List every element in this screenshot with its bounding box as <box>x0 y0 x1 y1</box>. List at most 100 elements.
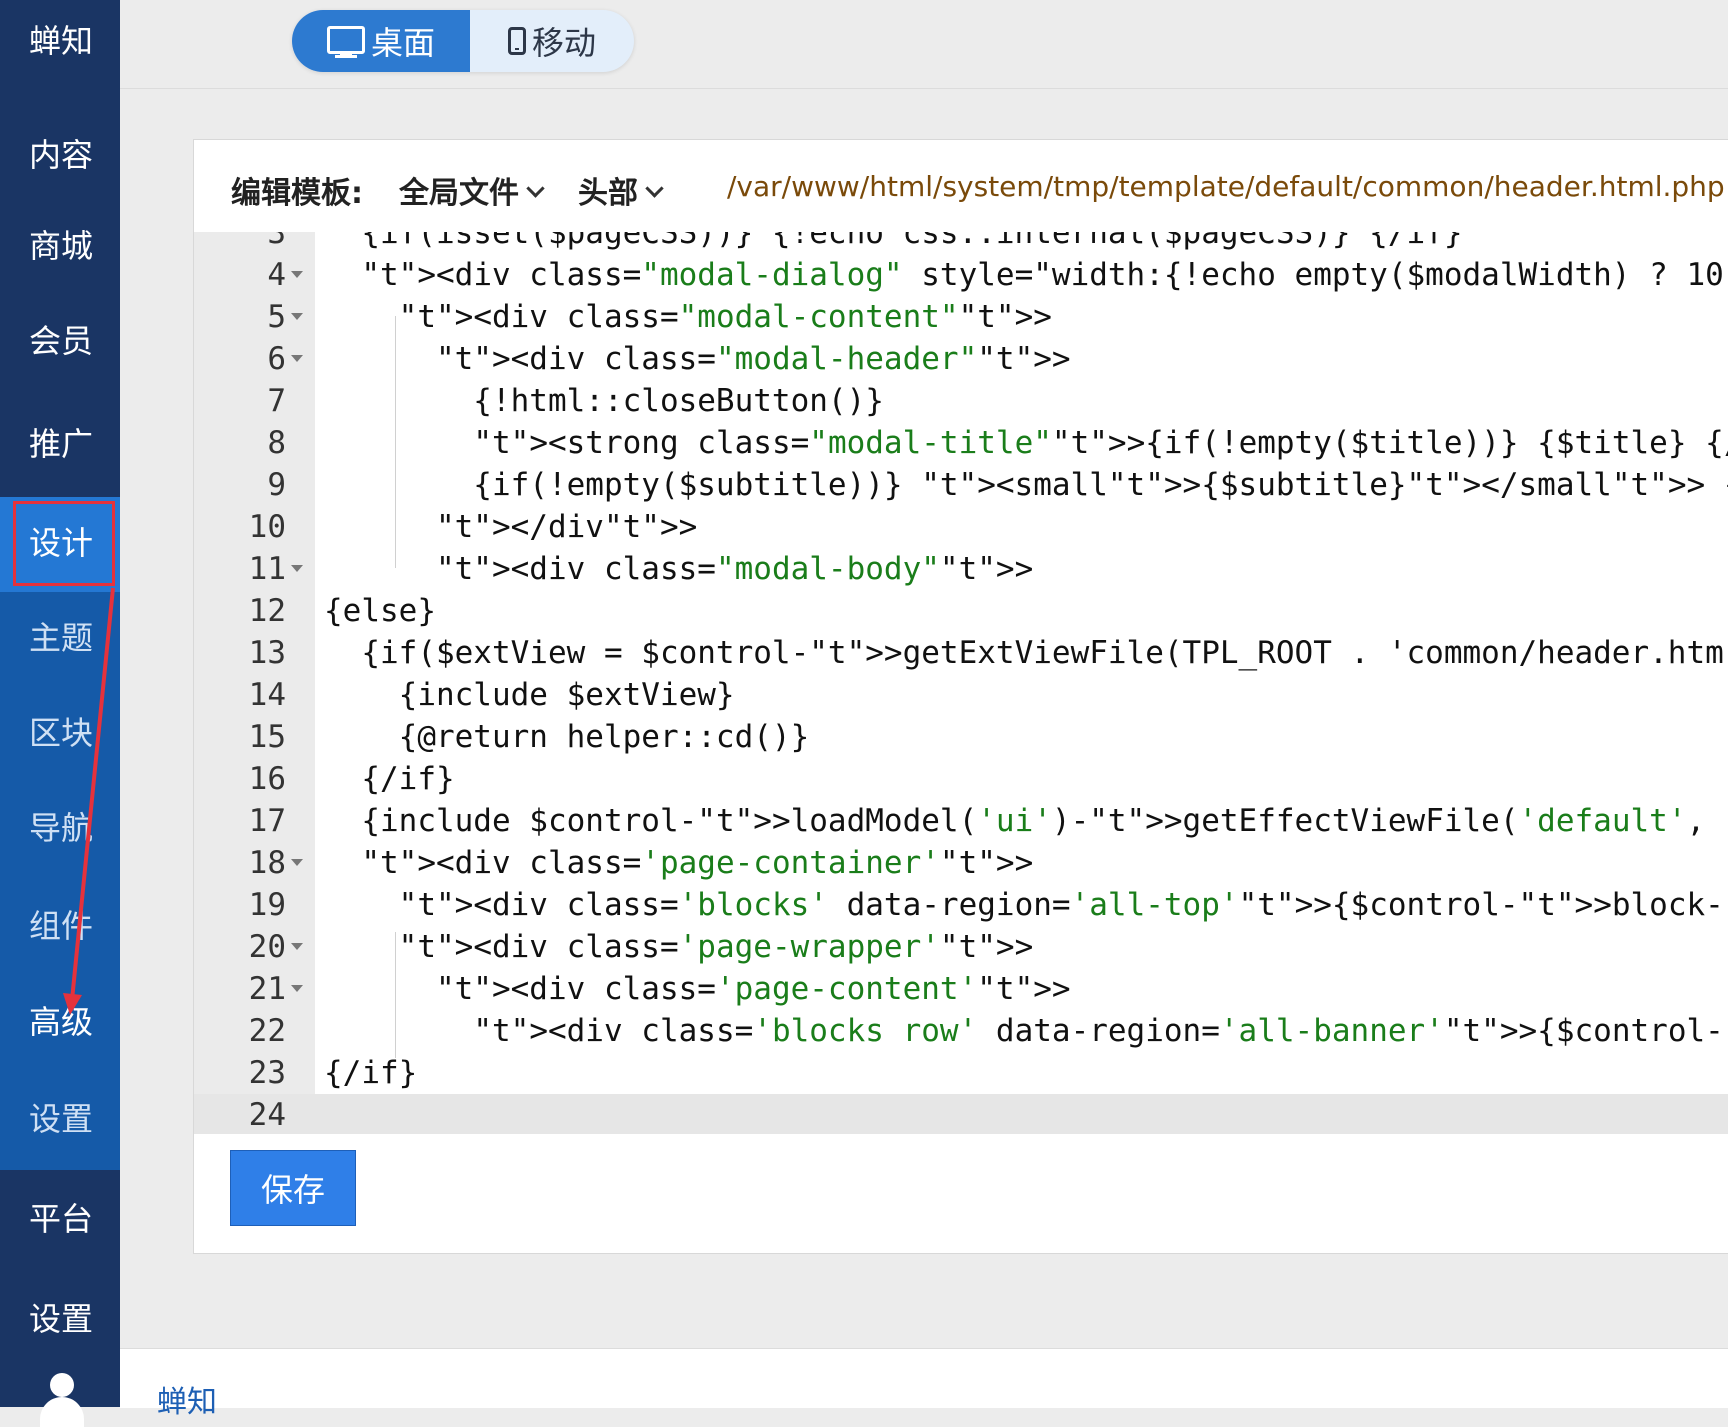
line-number: 7 <box>267 383 286 419</box>
code-line[interactable]: 20 "t"><div class='page-wrapper'"t">> <box>194 926 1728 968</box>
indent-guide <box>395 932 396 1058</box>
line-number: 22 <box>248 1013 286 1049</box>
code-line[interactable]: 7 {!html::closeButton()} <box>194 380 1728 422</box>
file-dropdown[interactable]: 头部 <box>578 168 664 212</box>
code-text: {!html::closeButton()} <box>324 383 884 419</box>
code-text: {/if} <box>324 1055 418 1091</box>
editor-header: 编辑模板: 全局文件 头部 /var/www/html/system/tmp/t… <box>194 140 1728 233</box>
line-number: 6 <box>267 341 286 377</box>
code-line[interactable]: 10 "t"></div"t">> <box>194 506 1728 548</box>
code-text: "t"><div class="modal-content""t">> <box>398 299 1052 335</box>
mobile-tab-label: 移动 <box>531 24 596 62</box>
line-number: 21 <box>248 971 286 1007</box>
code-line[interactable]: 16 {/if} <box>194 758 1728 800</box>
line-number: 20 <box>248 929 286 965</box>
line-number: 13 <box>248 635 286 671</box>
line-number: 10 <box>248 509 286 545</box>
code-text: "t"><div class='page-content'"t">> <box>435 971 1071 1007</box>
line-number: 19 <box>248 887 286 923</box>
code-line[interactable]: 11 "t"><div class="modal-body""t">> <box>194 548 1728 590</box>
line-number: 24 <box>248 1097 286 1133</box>
code-line[interactable]: 5 "t"><div class="modal-content""t">> <box>194 296 1728 338</box>
footer-brand-link[interactable]: 蝉知 <box>157 1377 217 1421</box>
user-icon-head <box>50 1373 74 1397</box>
code-text: "t"></div"t">> <box>435 509 698 545</box>
code-text: {include $extView} <box>324 677 735 713</box>
code-text: {if(isset($pageCSS))} {!echo css::intern… <box>324 232 1463 251</box>
code-line[interactable]: 8 "t"><strong class="modal-title""t">>{i… <box>194 422 1728 464</box>
code-line[interactable]: 9 {if(!empty($subtitle))} "t"><small"t">… <box>194 464 1728 506</box>
user-icon-body <box>40 1397 84 1427</box>
scope-dropdown-label: 全局文件 <box>399 176 519 211</box>
code-line[interactable]: 21 "t"><div class='page-content'"t">> <box>194 968 1728 1010</box>
code-line[interactable]: 6 "t"><div class="modal-header""t">> <box>194 338 1728 380</box>
line-number: 8 <box>267 425 286 461</box>
code-line[interactable]: 12 {else} <box>194 590 1728 632</box>
line-number: 9 <box>267 467 286 503</box>
fold-caret-icon[interactable] <box>291 313 303 320</box>
editor-title: 编辑模板: <box>231 176 363 211</box>
code-text: {include $control-"t">>loadModel('ui')-"… <box>324 803 1728 839</box>
line-number: 5 <box>267 299 286 335</box>
file-path: /var/www/html/system/tmp/template/defaul… <box>727 170 1725 203</box>
code-text: "t"><div class="modal-header""t">> <box>435 341 1071 377</box>
fold-caret-icon[interactable] <box>291 859 303 866</box>
desktop-tab-label: 桌面 <box>370 24 435 62</box>
line-number: 11 <box>248 551 286 587</box>
code-line[interactable]: 13 {if($extView = $control-"t">>getExtVi… <box>194 632 1728 674</box>
line-number: 16 <box>248 761 286 797</box>
fold-caret-icon[interactable] <box>291 565 303 572</box>
monitor-icon <box>326 24 365 58</box>
code-text: "t"><div class='blocks row' data-region=… <box>473 1013 1728 1049</box>
code-text: {/if} <box>324 761 455 797</box>
line-number: 17 <box>248 803 286 839</box>
footer: 蝉知 <box>120 1348 1728 1420</box>
code-line[interactable]: 17 {include $control-"t">>loadModel('ui'… <box>194 800 1728 842</box>
topbar: 桌面 移动 <box>120 0 1728 89</box>
file-dropdown-label: 头部 <box>578 176 638 211</box>
mobile-tab[interactable]: 移动 <box>470 10 634 72</box>
code-line[interactable]: 15 {@return helper::cd()} <box>194 716 1728 758</box>
annotation-highlight-box <box>13 501 115 586</box>
fold-caret-icon[interactable] <box>291 985 303 992</box>
line-number: 12 <box>248 593 286 629</box>
code-text: {@return helper::cd()} <box>324 719 810 755</box>
line-number: 4 <box>267 257 286 293</box>
fold-caret-icon[interactable] <box>291 271 303 278</box>
code-text: {if($extView = $control-"t">>getExtViewF… <box>324 635 1724 671</box>
code-editor[interactable]: 3 {if(isset($pageCSS))} {!echo css::inte… <box>194 232 1728 1134</box>
code-text: {else} <box>324 593 436 629</box>
code-text: "t"><div class='page-wrapper'"t">> <box>398 929 1034 965</box>
code-text: "t"><div class="modal-body""t">> <box>435 551 1034 587</box>
user-icon[interactable] <box>40 1373 84 1427</box>
line-number: 3 <box>267 232 286 251</box>
fold-caret-icon[interactable] <box>291 355 303 362</box>
line-number: 23 <box>248 1055 286 1091</box>
chevron-down-icon <box>645 179 664 198</box>
line-number: 15 <box>248 719 286 755</box>
code-line[interactable]: 4 "t"><div class="modal-dialog" style="w… <box>194 254 1728 296</box>
code-line[interactable]: 18 "t"><div class='page-container'"t">> <box>194 842 1728 884</box>
scope-dropdown[interactable]: 全局文件 <box>399 168 545 212</box>
template-editor-panel: 编辑模板: 全局文件 头部 /var/www/html/system/tmp/t… <box>193 139 1728 1254</box>
code-line[interactable]: 24 <box>194 1094 1728 1134</box>
code-text: "t"><strong class="modal-title""t">>{if(… <box>473 425 1728 461</box>
device-switch: 桌面 移动 <box>292 10 634 72</box>
code-text: {if(!empty($subtitle))} "t"><small"t">>{… <box>324 467 1728 503</box>
phone-icon <box>507 27 526 55</box>
code-line[interactable]: 22 "t"><div class='blocks row' data-regi… <box>194 1010 1728 1052</box>
code-text: "t"><div class="modal-dialog" style="wid… <box>361 257 1724 293</box>
chevron-down-icon <box>526 179 545 198</box>
code-text: "t"><div class='blocks' data-region='all… <box>398 887 1728 923</box>
desktop-tab[interactable]: 桌面 <box>292 10 470 72</box>
code-line[interactable]: 3 {if(isset($pageCSS))} {!echo css::inte… <box>194 232 1728 254</box>
line-number: 14 <box>248 677 286 713</box>
code-line[interactable]: 14 {include $extView} <box>194 674 1728 716</box>
code-line[interactable]: 19 "t"><div class='blocks' data-region='… <box>194 884 1728 926</box>
code-line[interactable]: 23 {/if} <box>194 1052 1728 1094</box>
indent-guide <box>395 316 396 568</box>
line-number: 18 <box>248 845 286 881</box>
sidebar: 蝉知 内容 商城 会员 推广 设计 主题 区块 导航 组件 高级 设置 平台 设… <box>0 0 120 1427</box>
fold-caret-icon[interactable] <box>291 943 303 950</box>
save-button[interactable]: 保存 <box>230 1150 356 1226</box>
